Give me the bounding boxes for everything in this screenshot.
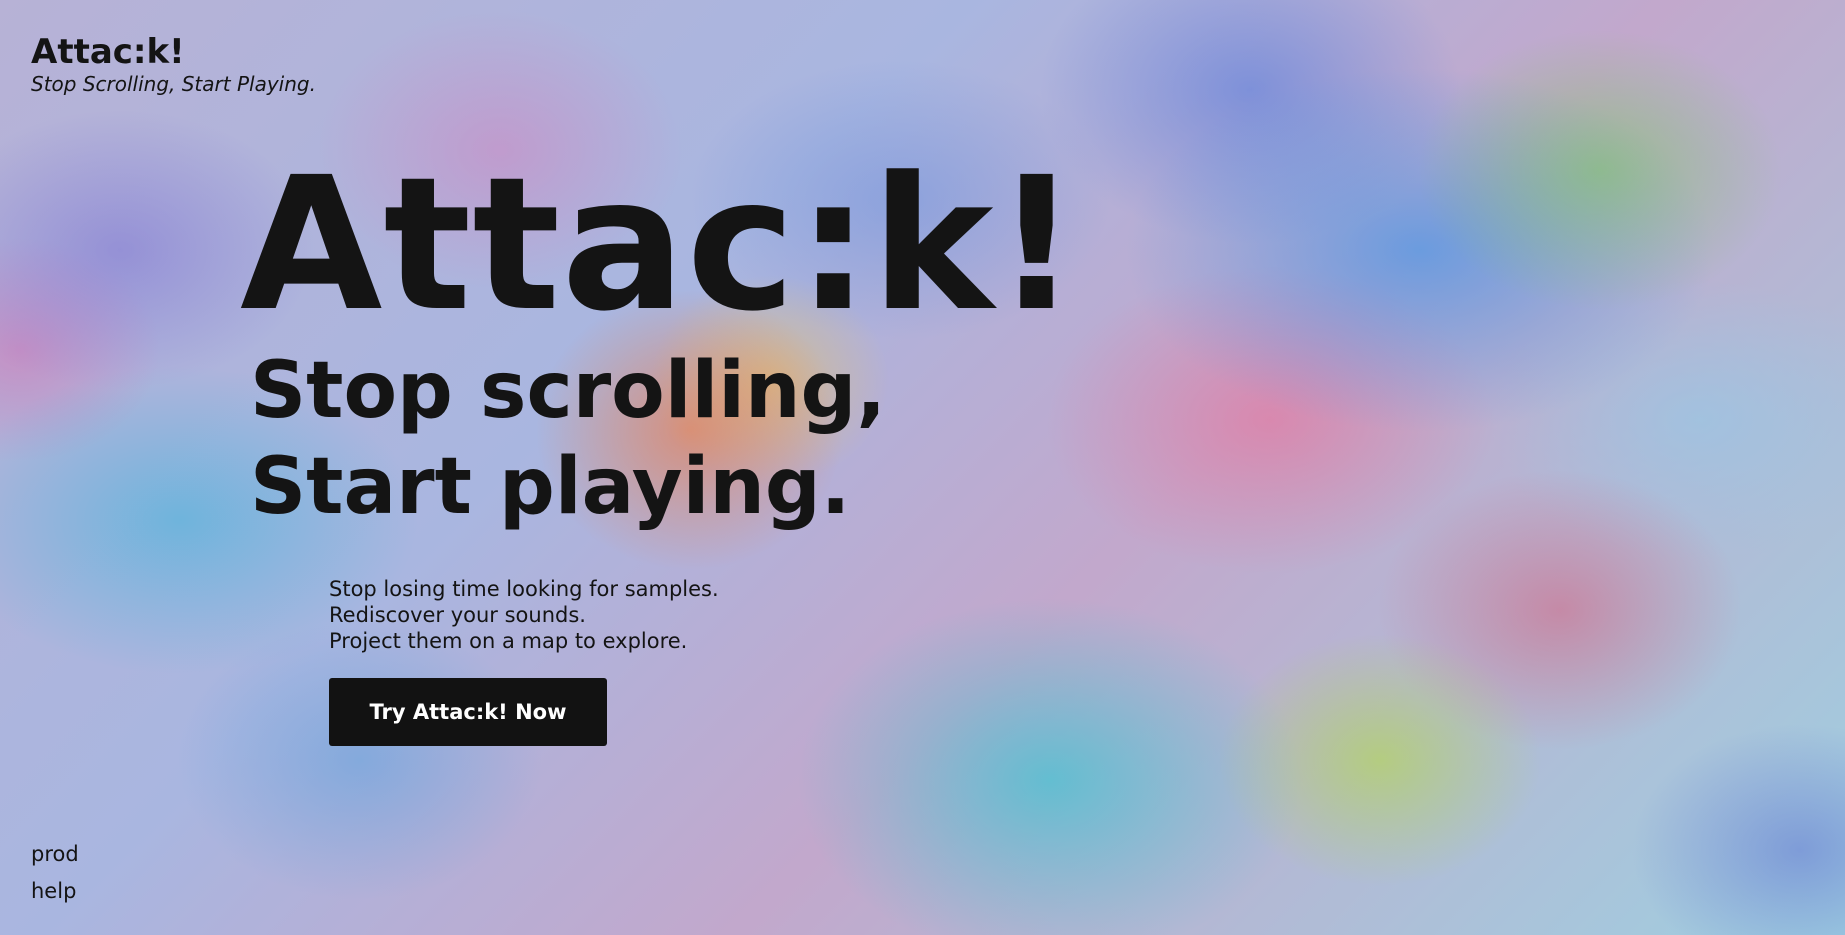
hero-description: Stop losing time looking for samples. Re…	[329, 576, 719, 654]
hero-slogan: Stop scrolling, Start playing.	[250, 343, 1079, 535]
nav-link-help[interactable]: help	[31, 873, 79, 910]
hero-slogan-line-1: Stop scrolling,	[250, 346, 886, 436]
nav-link-prod[interactable]: prod	[31, 836, 79, 873]
brand-title[interactable]: Attac:k!	[31, 32, 316, 72]
footer-nav: prod help	[31, 836, 79, 910]
hero-description-line-3: Project them on a map to explore.	[329, 629, 688, 653]
hero-slogan-line-2: Start playing.	[250, 442, 851, 532]
hero-description-line-1: Stop losing time looking for samples.	[329, 577, 719, 601]
brand-tagline: Stop Scrolling, Start Playing.	[31, 72, 316, 96]
hero-description-line-2: Rediscover your sounds.	[329, 603, 586, 627]
hero-title: Attac:k!	[240, 138, 1080, 352]
brand-header: Attac:k! Stop Scrolling, Start Playing.	[31, 32, 316, 96]
hero-section: Attac:k! Stop scrolling, Start playing.	[240, 138, 1080, 535]
try-now-button[interactable]: Try Attac:k! Now	[329, 678, 607, 746]
